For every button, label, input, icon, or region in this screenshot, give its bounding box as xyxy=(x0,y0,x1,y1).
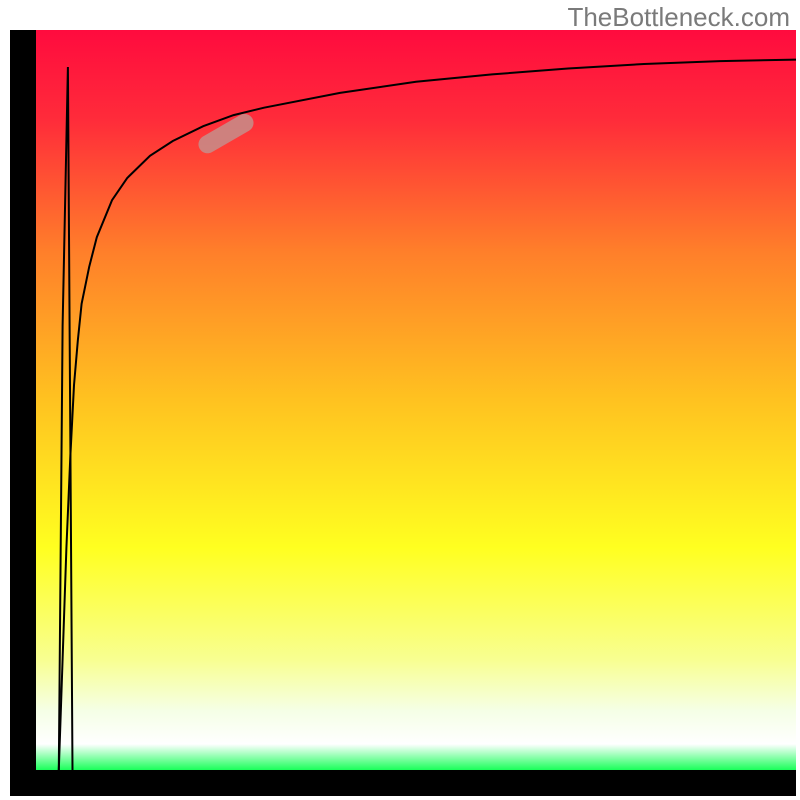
watermark-text: TheBottleneck.com xyxy=(567,2,790,33)
chart-container: TheBottleneck.com xyxy=(0,0,800,800)
x-axis xyxy=(10,770,796,796)
y-axis xyxy=(10,30,36,796)
plot-background xyxy=(36,30,796,770)
chart-svg xyxy=(0,0,800,800)
